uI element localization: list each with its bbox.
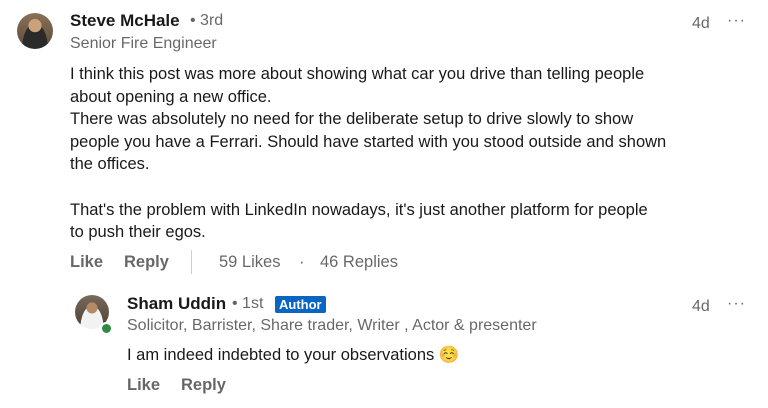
online-status-icon — [100, 322, 113, 335]
comment-line: to push their egos. — [70, 223, 206, 242]
more-options-icon[interactable]: ··· — [727, 12, 746, 30]
connection-degree: • 1st — [232, 295, 264, 312]
comment-author-name[interactable]: Steve McHale — [70, 11, 180, 31]
comment-line: That's the problem with LinkedIn nowaday… — [70, 200, 648, 219]
comment-line: There was absolutely no need for the del… — [70, 110, 634, 129]
dot-separator: · — [299, 253, 305, 271]
connection-degree: • 3rd — [190, 12, 224, 29]
comment-line — [70, 176, 666, 199]
reply-button[interactable]: Reply — [124, 253, 169, 272]
comment-line: people you have a Ferrari. Should have s… — [70, 132, 667, 151]
reply-author-name[interactable]: Sham Uddin — [127, 294, 226, 314]
divider — [191, 250, 192, 274]
reply-author-headline: Solicitor, Barrister, Share trader, Writ… — [127, 317, 537, 334]
reply-more-options-icon[interactable]: ··· — [727, 295, 746, 313]
replies-count[interactable]: 46 Replies — [320, 253, 398, 272]
reply-timestamp: 4d — [692, 298, 710, 315]
comment-line: I think this post was more about showing… — [70, 65, 645, 83]
reply-reply-button[interactable]: Reply — [181, 376, 226, 395]
likes-count[interactable]: 59 Likes — [219, 253, 280, 272]
author-headline: Senior Fire Engineer — [70, 35, 217, 52]
comment-line: the offices. — [70, 155, 150, 174]
reply-body: I am indeed indebted to your observation… — [127, 346, 460, 364]
avatar[interactable] — [17, 13, 53, 49]
reply-like-button[interactable]: Like — [127, 376, 160, 395]
like-button[interactable]: Like — [70, 253, 103, 272]
author-badge: Author — [275, 296, 326, 313]
comment-timestamp: 4d — [692, 15, 710, 32]
comment-body: I think this post was more about showing… — [70, 63, 666, 244]
comment-line: about opening a new office. — [70, 87, 272, 106]
